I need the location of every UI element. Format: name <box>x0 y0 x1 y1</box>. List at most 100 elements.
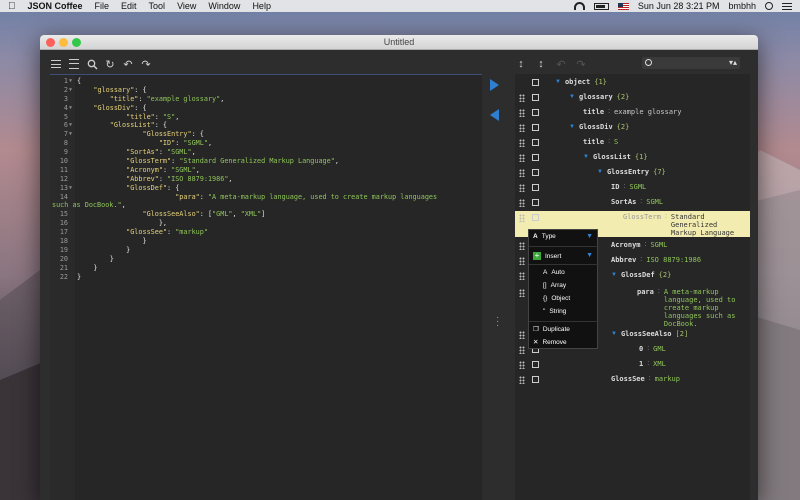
menu-item-insert[interactable]: + Insert <box>533 252 561 260</box>
expand-arrow-icon[interactable]: ▼ <box>569 124 575 130</box>
splitter-handle-icon[interactable]: · · · <box>496 313 499 331</box>
insert-string[interactable]: " String <box>543 308 566 315</box>
expand-arrow-icon[interactable]: ▼ <box>611 272 617 278</box>
apple-icon[interactable]:  <box>8 1 16 12</box>
format-icon[interactable] <box>50 58 62 70</box>
expand-all-icon[interactable]: ↕ <box>515 58 527 70</box>
tree-row[interactable]: 1: XML <box>515 358 750 373</box>
redo-icon[interactable]: ↷ <box>140 58 152 71</box>
node-key[interactable]: object <box>565 78 590 86</box>
battery-icon[interactable] <box>593 2 609 10</box>
code-lines[interactable]: 1 ▼{2 ▼ "glossary": {3 "title": "example g… <box>50 77 482 281</box>
expand-arrow-icon[interactable]: ▼ <box>611 331 617 337</box>
copy-to-tree-icon[interactable] <box>490 79 499 91</box>
node-key[interactable]: title <box>583 108 604 116</box>
menu-item-duplicate[interactable]: ❐ Duplicate <box>533 325 570 334</box>
drag-handle-icon[interactable] <box>519 214 525 222</box>
fold-arrow-icon[interactable]: ▼ <box>69 104 72 113</box>
tree-row[interactable]: title: S <box>515 136 750 151</box>
code-line[interactable]: 13 ▼ "GlossDef": { <box>50 184 482 193</box>
menu-item-remove[interactable]: ✕ Remove <box>533 338 567 347</box>
user-name[interactable]: bmbhh <box>728 1 756 11</box>
node-value[interactable]: XML <box>653 360 666 368</box>
insert-submenu-arrow-icon[interactable]: ▼ <box>586 252 593 259</box>
drag-handle-icon[interactable] <box>519 139 525 147</box>
fold-arrow-icon[interactable]: ▼ <box>69 121 72 130</box>
row-checkbox[interactable] <box>532 169 539 176</box>
insert-auto[interactable]: A Auto <box>543 269 565 276</box>
node-value[interactable]: SGML <box>650 241 667 249</box>
node-value[interactable]: markup <box>655 375 680 383</box>
code-line[interactable]: 14 "para": "A meta-markup language, used… <box>50 193 482 202</box>
code-line[interactable]: 7 ▼ "GlossEntry": { <box>50 130 482 139</box>
drag-handle-icon[interactable] <box>519 289 525 297</box>
row-checkbox[interactable] <box>532 124 539 131</box>
fold-arrow-icon[interactable]: ▼ <box>69 77 72 86</box>
drag-handle-icon[interactable] <box>519 376 525 384</box>
node-key[interactable]: GlossEntry <box>607 168 649 176</box>
node-value[interactable]: GML <box>653 345 666 353</box>
node-key[interactable]: GlossSeeAlso <box>621 330 672 338</box>
row-checkbox[interactable] <box>532 361 539 368</box>
code-line[interactable]: 22} <box>50 273 482 282</box>
drag-handle-icon[interactable] <box>519 361 525 369</box>
spotlight-icon[interactable] <box>765 2 773 10</box>
row-checkbox[interactable] <box>532 184 539 191</box>
expand-arrow-icon[interactable]: ▼ <box>569 94 575 100</box>
row-checkbox[interactable] <box>532 139 539 146</box>
code-line[interactable]: 6 ▼ "GlossList": { <box>50 121 482 130</box>
row-checkbox[interactable] <box>532 154 539 161</box>
menu-edit[interactable]: Edit <box>121 1 137 11</box>
code-line[interactable]: 17 "GlossSee": "markup" <box>50 228 482 237</box>
code-editor[interactable]: 1 ▼{2 ▼ "glossary": {3 "title": "example g… <box>50 74 482 500</box>
node-value[interactable]: A meta-markup language, used to create m… <box>664 288 758 328</box>
type-submenu-arrow-icon[interactable]: ▼ <box>586 233 593 240</box>
insert-object[interactable]: {} Object <box>543 295 570 302</box>
node-value[interactable]: SGML <box>646 198 663 206</box>
search-options-icon[interactable]: ▾▴ <box>729 58 737 67</box>
tree-row[interactable]: ▼ GlossDiv {2} <box>515 121 750 136</box>
tree-row[interactable]: SortAs: SGML <box>515 196 750 211</box>
drag-handle-icon[interactable] <box>519 346 525 354</box>
input-source-flag-icon[interactable] <box>617 2 629 10</box>
drag-handle-icon[interactable] <box>519 124 525 132</box>
code-line[interactable]: 15 "GlossSeeAlso": ["GML", "XML"] <box>50 210 482 219</box>
menu-help[interactable]: Help <box>252 1 271 11</box>
code-line[interactable]: 21 } <box>50 264 482 273</box>
node-key[interactable]: GlossTerm <box>623 213 661 221</box>
wifi-icon[interactable] <box>573 2 585 10</box>
insert-array[interactable]: [] Array <box>543 282 566 289</box>
compact-icon[interactable] <box>68 58 80 70</box>
drag-handle-icon[interactable] <box>519 199 525 207</box>
notification-center-icon[interactable] <box>782 2 792 10</box>
code-line[interactable]: 12 "Abbrev": "ISO 8879:1986", <box>50 175 482 184</box>
expand-arrow-icon[interactable]: ▼ <box>555 79 561 85</box>
row-checkbox[interactable] <box>532 214 539 221</box>
drag-handle-icon[interactable] <box>519 257 525 265</box>
node-key[interactable]: title <box>583 138 604 146</box>
node-value[interactable]: S <box>614 138 618 146</box>
code-line[interactable]: 9 "SortAs": "SGML", <box>50 148 482 157</box>
node-value[interactable]: ISO 8879:1986 <box>646 256 701 264</box>
drag-handle-icon[interactable] <box>519 154 525 162</box>
tree-row[interactable]: ▼ GlossList {1} <box>515 151 750 166</box>
node-key[interactable]: GlossSee <box>611 375 645 383</box>
copy-to-code-icon[interactable] <box>490 109 499 121</box>
tree-row[interactable]: ▼ glossary {2} <box>515 91 750 106</box>
code-line[interactable]: 2 ▼ "glossary": { <box>50 86 482 95</box>
undo-icon[interactable]: ↶ <box>122 58 134 71</box>
tree-redo-icon[interactable]: ↷ <box>575 58 587 71</box>
row-checkbox[interactable] <box>532 376 539 383</box>
node-key[interactable]: ID <box>611 183 619 191</box>
refresh-icon[interactable]: ↻ <box>104 58 116 71</box>
menu-window[interactable]: Window <box>208 1 240 11</box>
tree-search-input[interactable]: ▾▴ <box>642 57 740 69</box>
node-key[interactable]: para <box>637 288 654 296</box>
app-menu[interactable]: JSON Coffee <box>28 1 83 11</box>
drag-handle-icon[interactable] <box>519 184 525 192</box>
code-line[interactable]: 10 "GlossTerm": "Standard Generalized Ma… <box>50 157 482 166</box>
code-line[interactable]: 18 } <box>50 237 482 246</box>
tree-row[interactable]: ▼ GlossEntry {7} <box>515 166 750 181</box>
tree-undo-icon[interactable]: ↶ <box>555 58 567 71</box>
fold-arrow-icon[interactable]: ▼ <box>69 184 72 193</box>
